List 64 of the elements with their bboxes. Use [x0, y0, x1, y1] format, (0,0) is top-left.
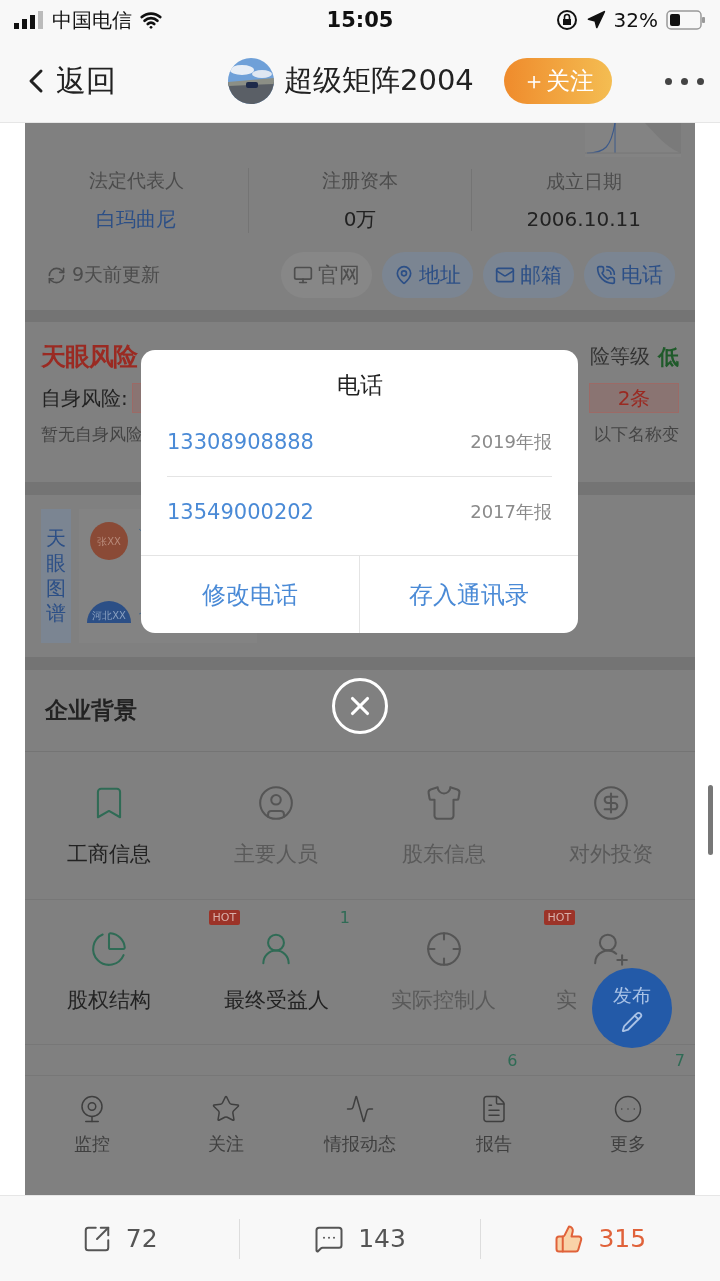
fact-link[interactable]: 白玛曲尼: [96, 205, 177, 233]
like-button[interactable]: 315: [479, 1218, 720, 1259]
risk-count-box: [131, 383, 142, 413]
fact-value: 0万: [343, 205, 377, 233]
signal-icon: [14, 11, 44, 29]
contact-chip[interactable]: 电话: [584, 252, 675, 298]
rotation-lock-icon: [555, 9, 578, 31]
item-count: 6: [507, 1050, 518, 1070]
account-name: 超级矩阵2004: [284, 62, 474, 99]
back-button[interactable]: 返回: [16, 60, 116, 102]
toolbar-item[interactable]: 监控: [25, 1094, 159, 1164]
phone-source: 2017年报: [470, 500, 552, 524]
phone-icon: [596, 265, 616, 285]
risk-level-label: 险等级: [590, 343, 650, 370]
star-icon: [211, 1094, 241, 1124]
wifi-icon: [140, 9, 162, 31]
contact-chip[interactable]: 地址: [382, 252, 473, 298]
location-arrow-icon: [585, 10, 606, 30]
self-risk-label: 自身风险:: [41, 384, 128, 412]
fact-value: 2006.10.11: [526, 207, 641, 231]
feature-label[interactable]: 最终受益人: [223, 986, 329, 1014]
more-icon: [613, 1094, 643, 1124]
crosshair-icon: [424, 930, 463, 968]
risk-note: 暂无自身风险: [41, 423, 143, 446]
activity-icon: [345, 1094, 375, 1124]
mail-icon: [495, 265, 515, 285]
section-title: 企业背景: [45, 696, 137, 725]
phone-source: 2019年报: [470, 429, 552, 454]
comment-button[interactable]: 143: [239, 1218, 480, 1259]
dollar-circle-icon: [592, 783, 631, 822]
item-count: 7: [674, 1050, 685, 1070]
contact-chip[interactable]: 邮箱: [483, 252, 574, 298]
phone-number[interactable]: 13308908888: [167, 429, 314, 454]
pencil-icon: [621, 1011, 643, 1033]
graph-label: 天眼图谱: [41, 509, 71, 643]
toolbar-item[interactable]: 报告: [427, 1094, 561, 1164]
refresh-icon: [47, 265, 66, 285]
risk-note: 以下名称变: [594, 423, 679, 446]
risk-level: 低: [658, 343, 679, 371]
toolbar-item[interactable]: 关注: [159, 1094, 293, 1164]
battery-percent: 32%: [613, 8, 658, 32]
battery-icon: [666, 10, 706, 30]
follow-button[interactable]: ＋关注: [503, 58, 612, 104]
carrier-name: 中国电信: [52, 6, 132, 34]
scroll-indicator: [708, 785, 713, 855]
map-pin-icon: [394, 265, 414, 285]
dialog-title: 电话: [336, 371, 383, 400]
feature-label[interactable]: 工商信息: [66, 839, 151, 868]
close-button[interactable]: [332, 678, 388, 734]
share-button[interactable]: 72: [0, 1218, 240, 1259]
monitor-icon: [293, 265, 313, 285]
user-circle-icon: [257, 783, 296, 822]
feature-label[interactable]: 股权结构: [66, 986, 151, 1014]
risk-count: 2条: [589, 383, 679, 413]
toolbar-item[interactable]: 情报动态: [293, 1094, 427, 1164]
item-count: 1: [339, 908, 350, 927]
risk-logo: 天眼风险: [41, 341, 137, 373]
thumbs-up-icon: [554, 1223, 585, 1254]
dialog-button[interactable]: 存入通讯录: [359, 556, 578, 633]
hot-badge: HOT: [208, 910, 241, 925]
clock-time: 15:05: [326, 8, 394, 32]
pie-chart-icon: [89, 930, 128, 968]
hot-badge: HOT: [543, 910, 576, 925]
toolbar-item[interactable]: 更多: [561, 1094, 695, 1164]
